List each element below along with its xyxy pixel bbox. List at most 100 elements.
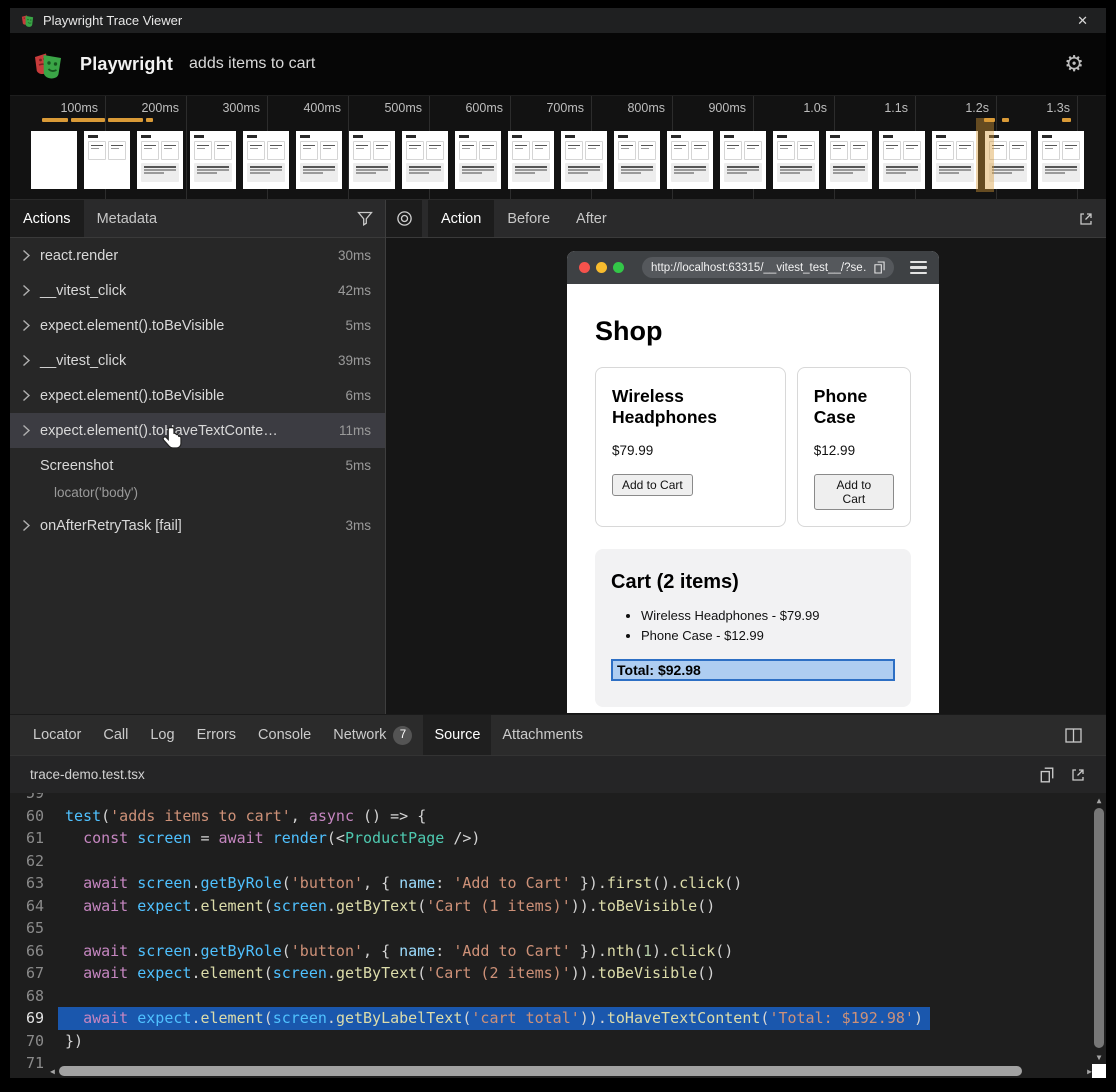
action-list: react.render30ms__vitest_click42msexpect…: [10, 238, 385, 714]
action-label: onAfterRetryTask [fail]: [40, 518, 182, 534]
settings-gear-icon[interactable]: ⚙: [1064, 53, 1084, 75]
line-number: 70: [10, 1030, 58, 1053]
product-price: $12.99: [814, 443, 894, 458]
line-content: const screen = await render(<ProductPage…: [58, 827, 487, 850]
action-row[interactable]: __vitest_click39ms: [10, 343, 385, 378]
tab-source[interactable]: Source: [423, 715, 491, 755]
action-duration: 3ms: [337, 518, 371, 533]
action-label: react.render: [40, 248, 118, 264]
filmstrip-thumbnail[interactable]: [773, 131, 819, 189]
browser-menu-icon[interactable]: [910, 261, 927, 274]
timeline-tick-label: 500ms: [348, 101, 429, 115]
action-duration: 42ms: [330, 283, 371, 298]
timeline-action-marker: [146, 118, 153, 122]
filmstrip-thumbnail[interactable]: [614, 131, 660, 189]
timeline-tick-label: 900ms: [672, 101, 753, 115]
vertical-scroll-thumb[interactable]: [1094, 808, 1104, 1048]
filter-icon[interactable]: [345, 200, 385, 237]
tab-label: Attachments: [502, 727, 583, 743]
vertical-scrollbar[interactable]: ▲ ▼: [1092, 793, 1106, 1064]
filmstrip-thumbnail[interactable]: [508, 131, 554, 189]
filmstrip-thumbnail[interactable]: [190, 131, 236, 189]
tab-label: Before: [507, 211, 550, 227]
app-window: Playwright Trace Viewer ✕ Playwright add…: [10, 8, 1106, 1078]
test-title: adds items to cart: [189, 55, 315, 73]
tab-locator[interactable]: Locator: [22, 715, 92, 755]
tab-call[interactable]: Call: [92, 715, 139, 755]
add-to-cart-button[interactable]: Add to Cart: [814, 474, 894, 510]
thumbnail-mini-title: [1042, 135, 1052, 138]
tab-network[interactable]: Network7: [322, 715, 423, 755]
action-duration: 5ms: [337, 458, 371, 473]
action-row[interactable]: onAfterRetryTask [fail] 3ms: [10, 508, 385, 543]
filmstrip-thumbnail[interactable]: [349, 131, 395, 189]
filmstrip-thumbnail[interactable]: [31, 131, 77, 189]
chevron-right-icon[interactable]: [22, 284, 40, 297]
address-bar[interactable]: http://localhost:63315/__vitest_test__/?…: [642, 257, 894, 278]
add-to-cart-button[interactable]: Add to Cart: [612, 474, 693, 496]
filmstrip-thumbnail[interactable]: [561, 131, 607, 189]
action-row[interactable]: react.render30ms: [10, 238, 385, 273]
timeline-action-marker: [1062, 118, 1071, 122]
filmstrip-thumbnail[interactable]: [243, 131, 289, 189]
shop-heading: Shop: [595, 316, 911, 347]
timeline-tick-label: 1.0s: [753, 101, 834, 115]
close-icon[interactable]: ✕: [1069, 13, 1096, 29]
chevron-right-icon[interactable]: [22, 249, 40, 262]
horizontal-scroll-thumb[interactable]: [59, 1066, 1022, 1076]
action-row[interactable]: expect.element().toBeVisible6ms: [10, 378, 385, 413]
filmstrip-thumbnail[interactable]: [84, 131, 130, 189]
filmstrip-thumbnail[interactable]: [879, 131, 925, 189]
line-number: 62: [10, 850, 58, 873]
open-source-external-icon[interactable]: [1070, 767, 1086, 783]
line-number: 64: [10, 895, 58, 918]
chevron-right-icon[interactable]: [22, 319, 40, 332]
action-row[interactable]: expect.element().toBeVisible5ms: [10, 308, 385, 343]
tab-console[interactable]: Console: [247, 715, 322, 755]
pick-locator-button[interactable]: [386, 200, 422, 237]
horizontal-scrollbar[interactable]: ◀ ▶: [50, 1064, 1092, 1078]
tab-before[interactable]: Before: [494, 200, 563, 237]
copy-source-icon[interactable]: [1040, 767, 1054, 783]
titlebar: Playwright Trace Viewer ✕: [10, 8, 1106, 33]
timeline-strip[interactable]: 100ms200ms300ms400ms500ms600ms700ms800ms…: [10, 95, 1106, 199]
code-line: 64 await expect.element(screen.getByText…: [10, 895, 1106, 918]
tab-errors[interactable]: Errors: [186, 715, 247, 755]
open-snapshot-external-icon[interactable]: [1066, 200, 1106, 237]
action-row[interactable]: Screenshot5ms: [10, 448, 385, 483]
filmstrip-thumbnail[interactable]: [137, 131, 183, 189]
tab-action[interactable]: Action: [428, 200, 494, 237]
filmstrip-thumbnail[interactable]: [1038, 131, 1084, 189]
snapshot-viewport: http://localhost:63315/__vitest_test__/?…: [386, 238, 1106, 714]
chevron-right-icon[interactable]: [22, 389, 40, 402]
line-content: await expect.element(screen.getByLabelTe…: [58, 1007, 930, 1030]
chevron-right-icon[interactable]: [22, 519, 40, 532]
timeline-tick-label: 1.3s: [996, 101, 1077, 115]
action-row[interactable]: __vitest_click42ms: [10, 273, 385, 308]
thumbnail-mini-title: [88, 135, 98, 138]
tab-label: Errors: [197, 727, 236, 743]
action-row[interactable]: expect.element().toHaveTextConte…11ms: [10, 413, 385, 448]
filmstrip-thumbnail[interactable]: [826, 131, 872, 189]
tab-log[interactable]: Log: [139, 715, 185, 755]
url-text: http://localhost:63315/__vitest_test__/?…: [651, 262, 867, 274]
tab-label: After: [576, 211, 607, 227]
tab-actions[interactable]: Actions: [10, 200, 84, 237]
code-line: 65: [10, 917, 1106, 940]
cart-item: Wireless Headphones - $79.99: [641, 606, 895, 626]
filmstrip-thumbnail[interactable]: [720, 131, 766, 189]
tab-metadata[interactable]: Metadata: [84, 200, 170, 237]
code-line: 63 await screen.getByRole('button', { na…: [10, 872, 1106, 895]
filmstrip-thumbnail[interactable]: [296, 131, 342, 189]
chevron-right-icon[interactable]: [22, 424, 40, 437]
filmstrip-thumbnail[interactable]: [667, 131, 713, 189]
tab-after[interactable]: After: [563, 200, 620, 237]
copy-url-icon[interactable]: [874, 261, 885, 274]
tab-attachments[interactable]: Attachments: [491, 715, 594, 755]
action-duration: 39ms: [330, 353, 371, 368]
filmstrip-thumbnail[interactable]: [932, 131, 978, 189]
filmstrip-thumbnail[interactable]: [402, 131, 448, 189]
chevron-right-icon[interactable]: [22, 354, 40, 367]
split-view-icon[interactable]: [1053, 715, 1094, 755]
filmstrip-thumbnail[interactable]: [455, 131, 501, 189]
